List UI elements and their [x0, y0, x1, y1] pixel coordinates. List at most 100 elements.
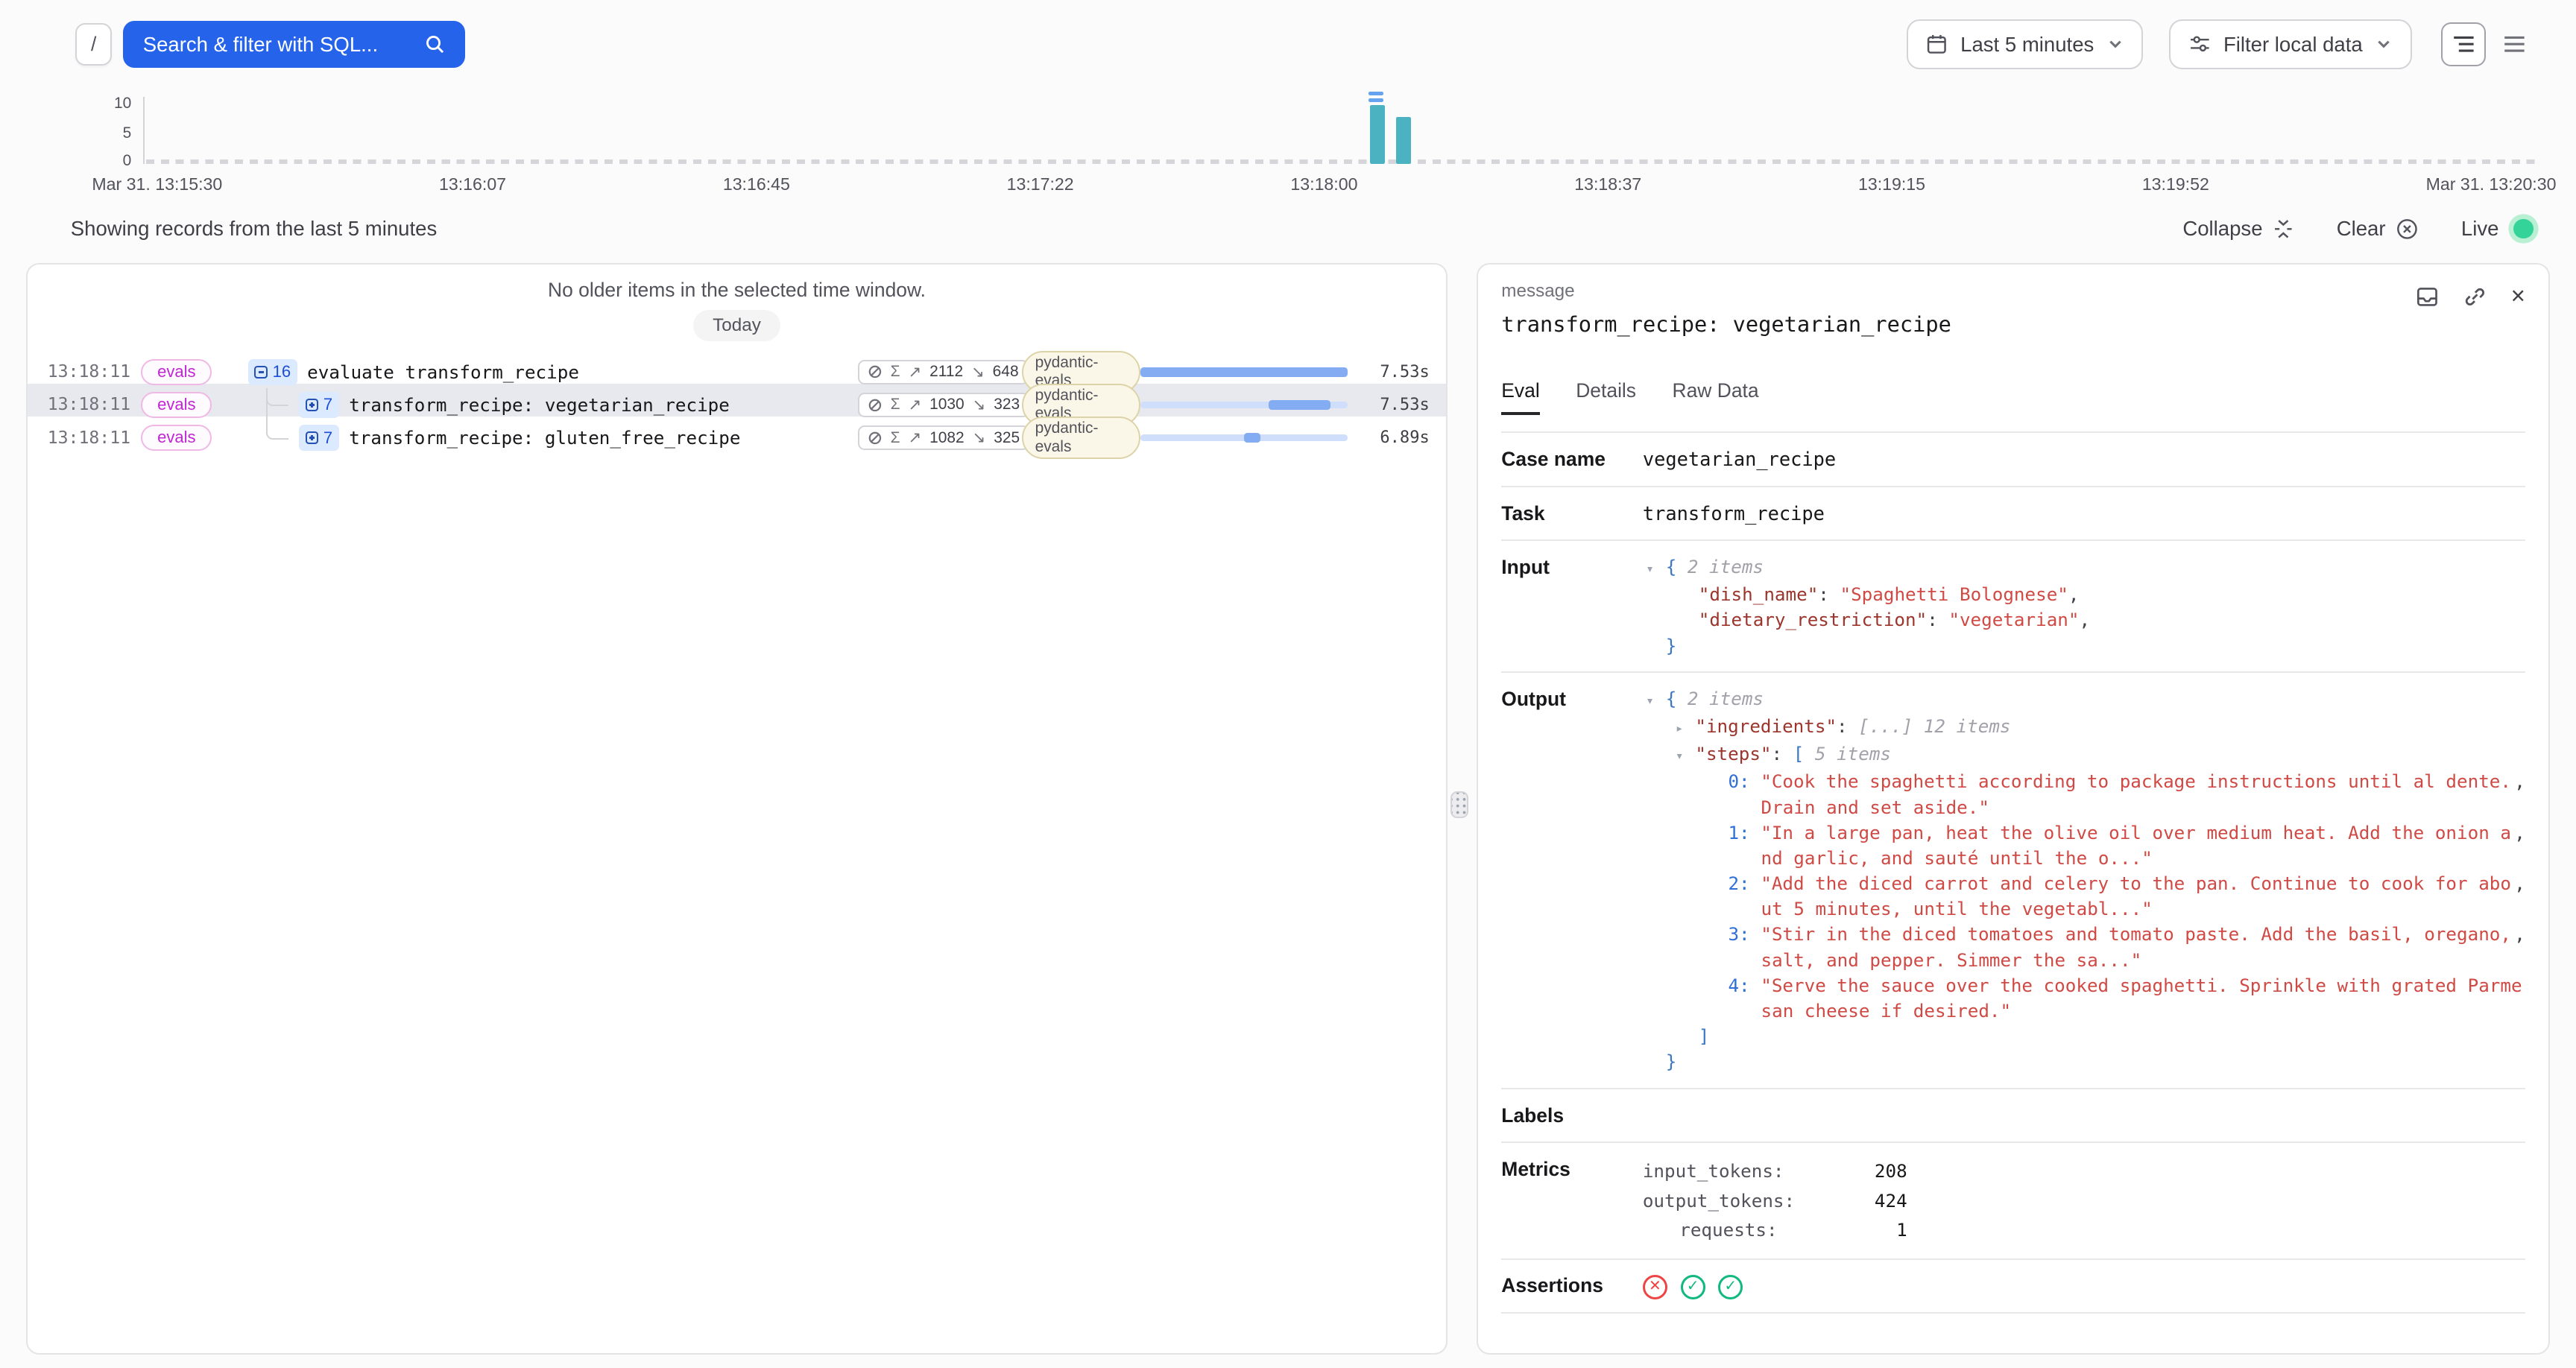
- sql-search-button[interactable]: Search & filter with SQL...: [123, 21, 465, 69]
- duration-value: 6.89s: [1354, 428, 1429, 447]
- collapse-caret-icon[interactable]: ▾: [1646, 688, 1665, 714]
- metric-value: 1: [1778, 1215, 1907, 1245]
- assertion-fail-icon[interactable]: ✕: [1643, 1275, 1667, 1299]
- tab-details[interactable]: Details: [1576, 379, 1636, 415]
- span-metrics-badge: Σ ↗1082 ↘325: [858, 425, 1029, 450]
- no-errors-icon: [868, 364, 883, 379]
- view-toggle-group: [2441, 22, 2536, 67]
- assertion-pass-icon[interactable]: ✓: [1681, 1275, 1705, 1299]
- assertion-pass-icon[interactable]: ✓: [1718, 1275, 1743, 1299]
- service-tag-badge: evals: [141, 392, 212, 418]
- output-tokens-count: 325: [994, 429, 1020, 447]
- input-label: Input: [1501, 554, 1643, 580]
- metric-name: requests:: [1643, 1215, 1778, 1245]
- timeline-bar[interactable]: [1370, 105, 1385, 164]
- y-axis-tick: 5: [95, 125, 131, 142]
- json-key: dish_name: [1709, 583, 1807, 605]
- metric-name: output_tokens:: [1643, 1186, 1778, 1216]
- trace-rows: 13:18:11 evals 16 evaluate transform_rec…: [28, 351, 1446, 449]
- x-axis-labels: Mar 31. 13:15:30 13:16:07 13:16:45 13:17…: [92, 174, 2556, 194]
- metric-value: 424: [1778, 1186, 1907, 1216]
- json-items-note: 12 items: [1924, 715, 2011, 737]
- expand-children-button[interactable]: 7: [299, 425, 339, 451]
- table-row[interactable]: 13:18:11 evals 16 evaluate transform_rec…: [28, 351, 1446, 384]
- input-tokens-arrow-icon: ↗: [909, 363, 922, 381]
- labels-label: Labels: [1501, 1103, 1643, 1129]
- expand-caret-icon[interactable]: ▸: [1676, 716, 1695, 741]
- duration-value: 7.53s: [1354, 363, 1429, 381]
- table-row[interactable]: 13:18:11 evals 7 transform_recipe: veget…: [28, 384, 1446, 417]
- collapse-button[interactable]: Collapse: [2182, 217, 2294, 241]
- duration-bar: [1140, 402, 1348, 408]
- duration-value: 7.53s: [1354, 396, 1429, 414]
- collapse-children-button[interactable]: 16: [248, 359, 297, 385]
- duration-bar: [1140, 434, 1348, 441]
- collapse-caret-icon[interactable]: ▾: [1646, 557, 1665, 582]
- time-range-dropdown[interactable]: Last 5 minutes: [1907, 19, 2144, 69]
- json-array-entry: ,0: "Cook the spaghetti according to pac…: [1643, 769, 2525, 820]
- minus-square-icon: [254, 366, 268, 379]
- json-string-value: Stir in the diced tomatoes and tomato pa…: [1761, 923, 2511, 970]
- plus-square-icon: [306, 399, 319, 412]
- input-tokens-count: 1082: [929, 429, 965, 447]
- json-array-index: 4: [1728, 975, 1739, 996]
- expand-children-button[interactable]: 7: [299, 392, 339, 418]
- labels-row: Labels: [1501, 1089, 2525, 1144]
- child-count: 7: [323, 428, 332, 448]
- time-range-value: Last 5 minutes: [1960, 33, 2094, 57]
- copy-link-icon[interactable]: [2463, 285, 2487, 308]
- empty-window-notice: No older items in the selected time wind…: [28, 279, 1446, 302]
- panel-resize-handle[interactable]: [1450, 791, 1468, 817]
- topbar-right: Last 5 minutes Filter local data: [1907, 19, 2536, 69]
- live-label: Live: [2461, 217, 2499, 241]
- collapse-caret-icon[interactable]: ▾: [1676, 744, 1695, 769]
- row-title-cell: 16 evaluate transform_recipe: [248, 355, 858, 388]
- x-axis-tick: 13:16:45: [723, 174, 790, 194]
- metric-value: 208: [1778, 1156, 1907, 1186]
- json-array-index: 0: [1728, 770, 1739, 792]
- timeline-chart[interactable]: 10 5 0: [0, 90, 2576, 168]
- filter-local-data-dropdown[interactable]: Filter local data: [2169, 19, 2411, 69]
- metrics-list: input_tokens:208 output_tokens:424 reque…: [1643, 1156, 2525, 1245]
- page-title: transform_recipe: vegetarian_recipe: [1501, 311, 2525, 337]
- json-collapsed-preview[interactable]: [...]: [1858, 715, 1913, 737]
- slash-shortcut-key[interactable]: /: [75, 23, 111, 66]
- timeline-bar[interactable]: [1396, 117, 1411, 164]
- row-title-cell: 7 transform_recipe: vegetarian_recipe: [248, 388, 858, 421]
- assertion-results: ✕ ✓ ✓: [1643, 1273, 2525, 1299]
- json-array-entry: 4: "Serve the sauce over the cooked spag…: [1643, 973, 2525, 1024]
- tab-raw-data[interactable]: Raw Data: [1673, 379, 1759, 415]
- json-items-note: 2 items: [1688, 556, 1764, 577]
- status-row: Showing records from the last 5 minutes …: [71, 217, 2534, 241]
- span-kind-label: message: [1501, 281, 2525, 302]
- y-axis-line: [143, 97, 145, 164]
- x-axis-tick: 13:19:15: [1858, 174, 1925, 194]
- collapse-label: Collapse: [2182, 217, 2262, 241]
- collapse-icon: [2273, 218, 2294, 240]
- metrics-label: Metrics: [1501, 1156, 1643, 1182]
- tab-eval[interactable]: Eval: [1501, 379, 1539, 415]
- json-string-value: Cook the spaghetti according to package …: [1761, 770, 2511, 817]
- input-tokens-count: 2112: [929, 363, 963, 381]
- output-row: Output ▾{ 2 items ▸"ingredients": [...] …: [1501, 673, 2525, 1089]
- tree-connector: [266, 421, 289, 454]
- trace-list-panel: No older items in the selected time wind…: [26, 263, 1448, 1355]
- clear-button[interactable]: Clear: [2337, 217, 2419, 241]
- table-row[interactable]: 13:18:11 evals 7 transform_recipe: glute…: [28, 417, 1446, 449]
- y-axis-tick: 0: [95, 153, 131, 169]
- filter-value: Filter local data: [2223, 33, 2363, 57]
- tree-connector: [266, 388, 289, 421]
- x-axis-tick: Mar 31. 13:20:30: [2426, 174, 2557, 194]
- live-toggle[interactable]: Live: [2461, 217, 2534, 241]
- close-icon[interactable]: ×: [2511, 285, 2525, 308]
- tree-view-toggle[interactable]: [2441, 22, 2486, 67]
- sigma-icon: Σ: [891, 429, 900, 447]
- json-array-index: 2: [1728, 873, 1739, 894]
- x-axis-tick: 13:19:52: [2142, 174, 2209, 194]
- input-tokens-arrow-icon: ↗: [909, 396, 922, 414]
- eval-detail-table: Case name vegetarian_recipe Task transfo…: [1501, 431, 2525, 1314]
- chevron-down-icon: [2375, 36, 2392, 52]
- output-tokens-arrow-icon: ↘: [973, 428, 986, 447]
- open-in-drawer-icon[interactable]: [2416, 285, 2439, 308]
- flat-view-toggle[interactable]: [2493, 22, 2537, 67]
